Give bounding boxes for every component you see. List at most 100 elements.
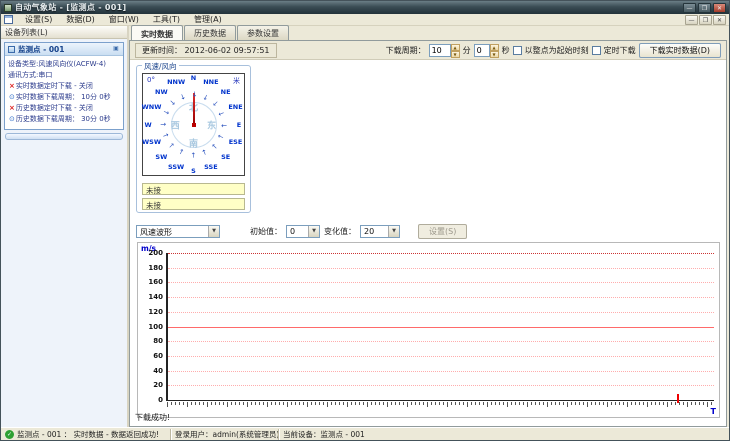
y-axis-tick-label: 160 [148,278,163,287]
tab-history-data[interactable]: 历史数据 [184,25,236,40]
y-axis-tick-label: 20 [153,381,163,390]
compass-arrow-icon: → [177,92,188,101]
device-list-header: 设备列表(L) [1,26,127,39]
waveform-select[interactable]: 风速波形 ▼ [136,224,220,238]
seconds-up-icon[interactable]: ▲ [489,43,499,51]
compass-arrow-icon: → [199,148,210,157]
initial-value-select[interactable]: 0 ▼ [286,224,320,238]
update-time-label: 更新时间： [142,45,182,55]
tab-realtime-data[interactable]: 实时数据 [131,25,183,41]
compass-direction-label: ENE [228,102,243,111]
mdi-restore-button[interactable]: ❐ [699,14,712,25]
compass-direction-label: NNE [203,77,219,86]
compass: 0° 米 北 南 东 西 N→NNE→NE→ENE→E→ESE→SE→SSE→S… [142,73,245,176]
minutes-up-icon[interactable]: ▲ [450,43,460,51]
x-axis-label: T [710,407,716,416]
compass-arrow-icon: → [189,151,197,158]
title-bar: 自动气象站 - [监测点 - 001] — ❐ ✕ [1,1,729,14]
minutes-down-icon[interactable]: ▼ [450,50,460,58]
y-axis-tick-label: 60 [153,351,163,360]
clock-icon: ⊙ [9,93,15,101]
toolbar: 更新时间： 2012-06-02 09:57:51 下载周期： ▲ ▼ 分 [130,41,726,60]
wind-degree-label: 0° [147,76,155,84]
change-value-select[interactable]: 20 ▼ [360,224,400,238]
close-button[interactable]: ✕ [713,2,726,13]
compass-direction-label: SW [155,153,168,162]
download-period-label: 下载周期： [385,45,426,55]
menu-admin[interactable]: 管理(A) [187,14,229,25]
compass-needle [192,92,195,125]
menu-window[interactable]: 窗口(W) [102,14,146,25]
align-to-hour-checkbox[interactable] [512,45,522,55]
sidebar-scrollbar[interactable] [5,133,123,140]
compass-direction-label: SSW [167,163,185,172]
chart-controls: 风速波形 ▼ 初始值： 0 ▼ 变化值： 20 ▼ 设置(S) [136,223,468,239]
menu-tools[interactable]: 工具(T) [146,14,187,25]
main-area: 实时数据 历史数据 参数设置 更新时间： 2012-06-02 09:57:51… [129,25,729,427]
compass-direction-label: NW [155,87,168,96]
compass-direction-label: WNW [141,102,162,111]
mdi-document-icon[interactable] [4,15,13,24]
wind-speed-chart: m/s 0 20 40 60 80 100 120 140 160 180 200 T [137,242,720,418]
y-axis-tick-label: 120 [148,307,163,316]
chart-gridline [168,355,714,357]
menu-settings[interactable]: 设置(S) [18,14,59,25]
minutes-unit-label: 分 [462,45,471,55]
minimize-button[interactable]: — [683,2,696,13]
chart-gridline [168,282,714,284]
realtime-timer-line: ×实时数据定时下载 - 关闭 [9,82,93,90]
maximize-button[interactable]: ❐ [698,2,711,13]
current-device-label: 当前设备： [283,429,321,439]
update-time-value: 2012-06-02 09:57:51 [184,45,270,55]
compass-arrow-icon: → [220,121,227,129]
status-bar: ✓ 监测点 - 001 ： 实时数据 - 数据返回成功! 登录用户： admin… [1,427,729,440]
x-mark-icon: × [9,104,15,112]
status-message: 监测点 - 001 ： 实时数据 - 数据返回成功! [17,429,160,439]
wind-group-title: 风速/风向 [142,61,179,72]
center-west-label: 西 [170,121,180,131]
chevron-down-icon[interactable]: ▼ [388,225,399,237]
compass-arrow-icon: → [217,131,226,142]
compass-arrow-icon: → [166,140,177,151]
chart-gridline [168,311,714,313]
timed-download-checkbox[interactable] [591,45,601,55]
seconds-input[interactable] [473,43,490,57]
seconds-stepper: ▲ ▼ [473,43,499,58]
center-south-label: 南 [188,139,199,150]
seconds-unit-label: 秒 [501,45,510,55]
chart-gridline [168,297,714,299]
initial-value-label: 初始值： [250,226,282,236]
login-user-label: 登录用户： [175,429,213,439]
device-panel-header[interactable]: 监测点 - 001 ▣ [5,43,123,56]
mdi-minimize-button[interactable]: — [685,14,698,25]
minutes-input[interactable] [428,43,451,57]
current-device-value: 监测点 - 001 [320,429,365,439]
history-period-line: ⊙历史数据下载周期： 30分 0秒 [9,115,111,123]
menu-data[interactable]: 数据(D) [59,14,101,25]
login-user-panel: 登录用户： admin(系统管理员) [171,428,279,440]
device-list-sidebar: 设备列表(L) 监测点 - 001 ▣ 设备类型:风速风向仪(ACFW-4) 通… [1,26,129,427]
compass-arrow-icon: → [217,108,226,119]
x-mark-icon: × [9,82,15,90]
seconds-down-icon[interactable]: ▼ [489,50,499,58]
compass-direction-label: S [191,166,196,175]
device-panel: 监测点 - 001 ▣ 设备类型:风速风向仪(ACFW-4) 通讯方式:串口 ×… [4,42,124,130]
compass-arrow-icon: → [161,107,170,118]
chevron-down-icon[interactable]: ▼ [308,225,319,237]
tab-parameter-settings[interactable]: 参数设置 [237,25,289,40]
chevron-down-icon[interactable]: ▼ [208,225,219,237]
compass-direction-label: N [190,74,197,83]
compass-arrow-icon: → [160,120,167,128]
update-time-box: 更新时间： 2012-06-02 09:57:51 [135,42,277,58]
y-axis-tick-label: 80 [153,337,163,346]
chart-gridline [168,326,714,328]
chart-cursor-tick [677,394,679,403]
compass-direction-label: W [144,120,152,129]
mdi-close-button[interactable]: ✕ [713,14,726,25]
download-realtime-button[interactable]: 下载实时数据(D) [638,42,721,58]
center-east-label: 东 [207,121,217,131]
y-axis-tick-label: 140 [148,293,163,302]
tab-strip: 实时数据 历史数据 参数设置 [129,25,729,41]
pin-icon[interactable]: ▣ [112,45,120,53]
compass-arrow-icon: → [161,130,170,141]
